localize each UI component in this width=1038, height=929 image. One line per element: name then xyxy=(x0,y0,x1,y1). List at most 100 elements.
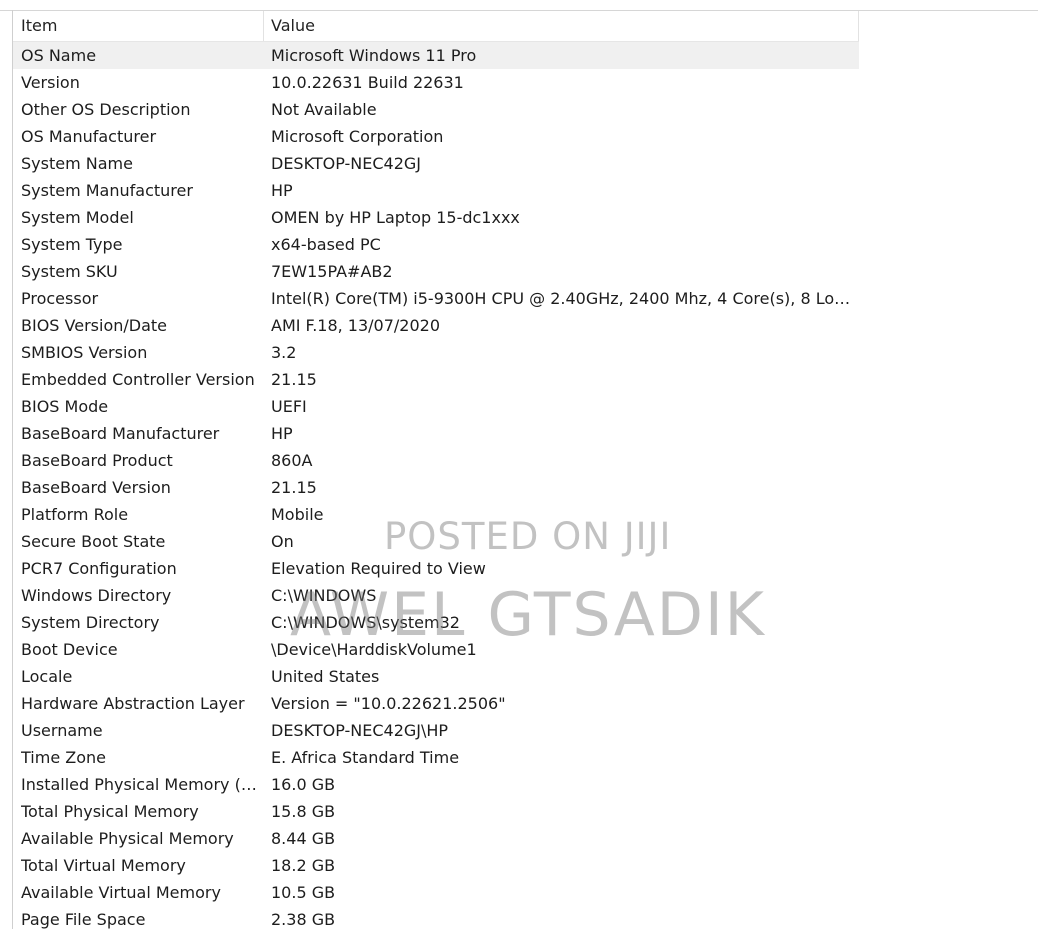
row-value: HP xyxy=(271,181,293,200)
row-value: \Device\HarddiskVolume1 xyxy=(271,640,477,659)
row-value: 7EW15PA#AB2 xyxy=(271,262,393,281)
row-value: E. Africa Standard Time xyxy=(271,748,460,767)
row-item-label: System Type xyxy=(21,235,123,254)
list-item[interactable]: Username DESKTOP-NEC42GJ\HP xyxy=(13,717,859,744)
list-item[interactable]: Locale United States xyxy=(13,663,859,690)
list-item[interactable]: System Model OMEN by HP Laptop 15-dc1xxx xyxy=(13,204,859,231)
list-rows: OS Name Microsoft Windows 11 Pro Version 10… xyxy=(13,42,859,929)
list-item[interactable]: PCR7 Configuration Elevation Required to … xyxy=(13,555,859,582)
list-item[interactable]: Installed Physical Memory (RA... 16.0 GB xyxy=(13,771,859,798)
row-value: 10.0.22631 Build 22631 xyxy=(271,73,464,92)
row-value: OMEN by HP Laptop 15-dc1xxx xyxy=(271,208,520,227)
row-value: x64-based PC xyxy=(271,235,381,254)
system-summary-window: Item Value OS Name Microsoft Windows 11 P… xyxy=(0,0,1038,929)
row-item-label: OS Name xyxy=(21,46,97,65)
list-item[interactable]: Platform Role Mobile xyxy=(13,501,859,528)
list-item[interactable]: Time Zone E. Africa Standard Time xyxy=(13,744,859,771)
row-value: Intel(R) Core(TM) i5-9300H CPU @ 2.40GHz… xyxy=(271,289,855,308)
system-summary-list[interactable]: Item Value OS Name Microsoft Windows 11 P… xyxy=(13,11,859,929)
row-item-label: Total Virtual Memory xyxy=(21,856,186,875)
row-item-label: Page File Space xyxy=(21,910,146,929)
list-item[interactable]: Hardware Abstraction Layer Version = "10.… xyxy=(13,690,859,717)
row-item-label: System Directory xyxy=(21,613,160,632)
list-item[interactable]: System Directory C:\WINDOWS\system32 xyxy=(13,609,859,636)
list-item[interactable]: Windows Directory C:\WINDOWS xyxy=(13,582,859,609)
list-item[interactable]: BaseBoard Manufacturer HP xyxy=(13,420,859,447)
column-header-value[interactable]: Value xyxy=(271,11,851,41)
row-item-label: Platform Role xyxy=(21,505,129,524)
row-item-label: BIOS Mode xyxy=(21,397,109,416)
row-value: 10.5 GB xyxy=(271,883,336,902)
list-item[interactable]: BaseBoard Version 21.15 xyxy=(13,474,859,501)
list-item[interactable]: Page File Space 2.38 GB xyxy=(13,906,859,929)
row-item-label: SMBIOS Version xyxy=(21,343,148,362)
row-value: C:\WINDOWS xyxy=(271,586,377,605)
top-border xyxy=(0,0,1038,11)
list-item[interactable]: Version 10.0.22631 Build 22631 xyxy=(13,69,859,96)
row-item-label: System Model xyxy=(21,208,134,227)
row-value: 18.2 GB xyxy=(271,856,336,875)
row-value: Mobile xyxy=(271,505,324,524)
row-item-label: Embedded Controller Version xyxy=(21,370,255,389)
row-item-label: Available Virtual Memory xyxy=(21,883,221,902)
row-value: 8.44 GB xyxy=(271,829,336,848)
row-value: United States xyxy=(271,667,380,686)
list-item[interactable]: BaseBoard Product 860A xyxy=(13,447,859,474)
row-item-label: BIOS Version/Date xyxy=(21,316,167,335)
row-value: DESKTOP-NEC42GJ xyxy=(271,154,421,173)
row-value: On xyxy=(271,532,294,551)
row-value: 860A xyxy=(271,451,313,470)
row-item-label: Total Physical Memory xyxy=(21,802,199,821)
row-item-label: Boot Device xyxy=(21,640,118,659)
row-item-label: Hardware Abstraction Layer xyxy=(21,694,245,713)
row-value: DESKTOP-NEC42GJ\HP xyxy=(271,721,449,740)
list-item[interactable]: OS Name Microsoft Windows 11 Pro xyxy=(13,42,859,69)
row-value: HP xyxy=(271,424,293,443)
list-item[interactable]: Available Physical Memory 8.44 GB xyxy=(13,825,859,852)
list-item[interactable]: Other OS Description Not Available xyxy=(13,96,859,123)
row-item-label: Windows Directory xyxy=(21,586,172,605)
list-item[interactable]: SMBIOS Version 3.2 xyxy=(13,339,859,366)
row-item-label: System Name xyxy=(21,154,133,173)
list-item[interactable]: Total Virtual Memory 18.2 GB xyxy=(13,852,859,879)
row-item-label: Username xyxy=(21,721,103,740)
row-item-label: System SKU xyxy=(21,262,118,281)
row-value: 16.0 GB xyxy=(271,775,336,794)
list-item[interactable]: OS Manufacturer Microsoft Corporation xyxy=(13,123,859,150)
row-item-label: Processor xyxy=(21,289,99,308)
row-item-label: System Manufacturer xyxy=(21,181,193,200)
row-value: UEFI xyxy=(271,397,307,416)
list-item[interactable]: System Type x64-based PC xyxy=(13,231,859,258)
list-item[interactable]: Available Virtual Memory 10.5 GB xyxy=(13,879,859,906)
row-item-label: Available Physical Memory xyxy=(21,829,234,848)
list-item[interactable]: Processor Intel(R) Core(TM) i5-9300H CPU … xyxy=(13,285,859,312)
row-value: Microsoft Corporation xyxy=(271,127,444,146)
list-item[interactable]: System Manufacturer HP xyxy=(13,177,859,204)
row-value: 15.8 GB xyxy=(271,802,336,821)
row-value: Version = "10.0.22621.2506" xyxy=(271,694,506,713)
row-item-label: BaseBoard Product xyxy=(21,451,173,470)
list-item[interactable]: BIOS Mode UEFI xyxy=(13,393,859,420)
row-item-label: BaseBoard Version xyxy=(21,478,171,497)
row-item-label: Version xyxy=(21,73,80,92)
row-value: 21.15 xyxy=(271,478,317,497)
row-item-label: OS Manufacturer xyxy=(21,127,157,146)
column-header-item[interactable]: Item xyxy=(21,11,263,41)
list-item[interactable]: Embedded Controller Version 21.15 xyxy=(13,366,859,393)
row-value: Elevation Required to View xyxy=(271,559,486,578)
column-divider[interactable] xyxy=(263,11,264,41)
list-item[interactable]: Boot Device \Device\HarddiskVolume1 xyxy=(13,636,859,663)
row-item-label: BaseBoard Manufacturer xyxy=(21,424,220,443)
list-item[interactable]: BIOS Version/Date AMI F.18, 13/07/2020 xyxy=(13,312,859,339)
row-value: 2.38 GB xyxy=(271,910,336,929)
list-item[interactable]: System Name DESKTOP-NEC42GJ xyxy=(13,150,859,177)
list-item[interactable]: Total Physical Memory 15.8 GB xyxy=(13,798,859,825)
row-value: 21.15 xyxy=(271,370,317,389)
list-header: Item Value xyxy=(13,11,859,42)
row-item-label: Secure Boot State xyxy=(21,532,166,551)
list-item[interactable]: Secure Boot State On xyxy=(13,528,859,555)
row-value: C:\WINDOWS\system32 xyxy=(271,613,460,632)
column-divider-end[interactable] xyxy=(858,11,859,41)
row-item-label: Locale xyxy=(21,667,73,686)
list-item[interactable]: System SKU 7EW15PA#AB2 xyxy=(13,258,859,285)
